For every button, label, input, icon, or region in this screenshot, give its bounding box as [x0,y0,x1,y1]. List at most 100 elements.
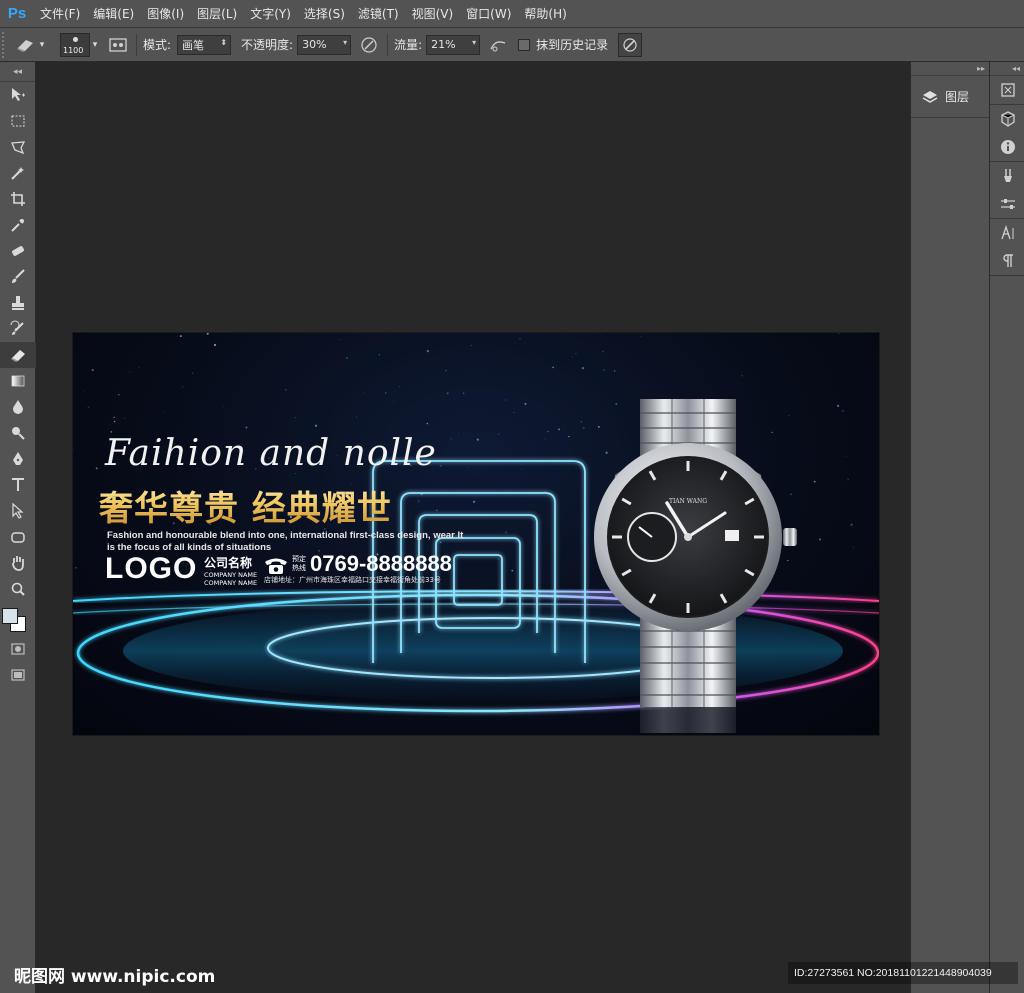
menu-image[interactable]: 图像(I) [141,0,191,28]
brush-panel-icon [109,37,127,52]
options-grip[interactable] [2,31,8,58]
magnifier-icon [11,582,25,596]
collapsed-panel-column: ▸▸ 图层 [910,62,989,993]
brush-size-picker[interactable]: 1100 [60,32,90,57]
healing-brush-tool[interactable] [0,238,36,264]
pen-icon [13,452,23,465]
logo-text: LOGO [105,552,198,585]
menu-file[interactable]: 文件(F) [34,0,87,28]
move-tool[interactable] [0,82,36,108]
mode-select[interactable]: 画笔 ⬍ [177,34,232,55]
rect-marquee-icon [11,115,25,127]
tools-panel: ◂◂ [0,62,36,993]
flow-input[interactable]: 21% ▾ [426,34,481,55]
menu-type[interactable]: 文字(Y) [244,0,298,28]
marquee-tool[interactable] [0,108,36,134]
menu-layer[interactable]: 图层(L) [191,0,244,28]
cube-icon [1000,111,1015,127]
brush-preset-icon [1003,169,1012,182]
character-panel-button[interactable] [990,219,1024,247]
photoshop-logo: Ps [7,5,27,22]
menu-help[interactable]: 帮助(H) [518,0,573,28]
stamp-icon [12,296,24,310]
pilcrow-icon [1002,254,1013,267]
company-block: 公司名称 COMPANY NAME COMPANY NAME [204,554,257,587]
history-brush-icon [10,320,24,335]
history-brush-tool[interactable] [0,316,36,342]
airbrush-button[interactable] [486,33,510,57]
history-panel-button[interactable] [990,76,1024,104]
chevron-down-icon: ▾ [472,37,477,47]
pen-pressure-size-icon [623,37,637,52]
clone-stamp-tool[interactable] [0,290,36,316]
tool-preset-picker[interactable]: ▾ [14,32,48,58]
flow-label: 流量: [394,38,423,52]
color-swatches[interactable] [0,602,36,636]
crop-tool[interactable] [0,186,36,212]
expand-arrows-icon[interactable]: ▸▸ [911,62,989,76]
dock-group-properties [990,105,1024,162]
bandage-icon [12,246,24,256]
paragraph-panel-button[interactable] [990,247,1024,275]
screen-mode-button[interactable] [0,662,36,688]
company-name-cn: 公司名称 [204,556,253,570]
pressure-opacity-button[interactable] [357,33,381,57]
menu-view[interactable]: 视图(V) [406,0,461,28]
lasso-tool[interactable] [0,134,36,160]
hand-tool[interactable] [0,550,36,576]
history-icon [1000,83,1015,97]
quick-mask-icon [11,643,25,655]
menu-window[interactable]: 窗口(W) [460,0,518,28]
layers-icon [922,90,938,103]
layers-panel-tab[interactable]: 图层 [911,76,989,118]
lasso-icon [11,141,26,155]
character-icon [1000,224,1013,240]
menu-select[interactable]: 选择(S) [298,0,352,28]
chevron-down-icon: ▾ [343,37,348,47]
erase-to-history-checkbox[interactable] [518,38,531,51]
info-panel-button[interactable] [990,133,1024,161]
expand-arrows-icon[interactable]: ◂◂ [990,62,1024,76]
eyedropper-icon [11,219,24,232]
watch-brand-label: TIAN WANG [669,498,707,505]
path-select-tool[interactable] [0,498,36,524]
panel-dock: ◂◂ [989,62,1024,993]
type-tool[interactable] [0,472,36,498]
chevron-down-icon: ▾ [39,39,45,50]
foreground-color-swatch[interactable] [2,608,18,624]
brush-panel-toggle[interactable] [106,33,130,57]
hand-icon [12,556,24,571]
brush-dropdown-arrow[interactable]: ▾ [90,33,100,57]
shape-tool[interactable] [0,524,36,550]
gradient-tool[interactable] [0,368,36,394]
document-canvas[interactable]: Faihion and nolle 奢华尊贵 经典耀世 Fashion and … [73,333,879,735]
adjustments-panel-button[interactable] [990,190,1024,218]
blur-tool[interactable] [0,394,36,420]
3d-panel-button[interactable] [990,105,1024,133]
menu-edit[interactable]: 编辑(E) [87,0,141,28]
up-down-icon: ⬍ [220,37,228,47]
pressure-size-button[interactable] [618,32,643,57]
pen-tool[interactable] [0,446,36,472]
menu-filter[interactable]: 滤镜(T) [352,0,406,28]
dodge-tool[interactable] [0,420,36,446]
eraser-tool[interactable] [0,342,36,368]
collapse-arrows-icon[interactable]: ◂◂ [0,62,35,82]
eyedropper-tool[interactable] [0,212,36,238]
opacity-label: 不透明度: [241,38,294,52]
options-bar: ▾ 1100 ▾ 模式: 画笔 ⬍ 不透明度: 30% ▾ 流量: 21% ▾ … [0,28,1024,62]
zoom-tool[interactable] [0,576,36,602]
quick-select-tool[interactable] [0,160,36,186]
separator [387,33,389,56]
opacity-value: 30% [302,38,327,51]
dock-group-history [990,76,1024,105]
brush-tool[interactable] [0,264,36,290]
info-icon [1000,140,1015,154]
quick-mask-button[interactable] [0,636,36,662]
opacity-input[interactable]: 30% ▾ [297,34,352,55]
path-select-icon [12,502,24,519]
water-drop-icon [13,400,23,414]
eraser-icon [17,39,33,52]
brush-presets-button[interactable] [990,162,1024,190]
company-name-en: COMPANY NAME [204,571,258,579]
